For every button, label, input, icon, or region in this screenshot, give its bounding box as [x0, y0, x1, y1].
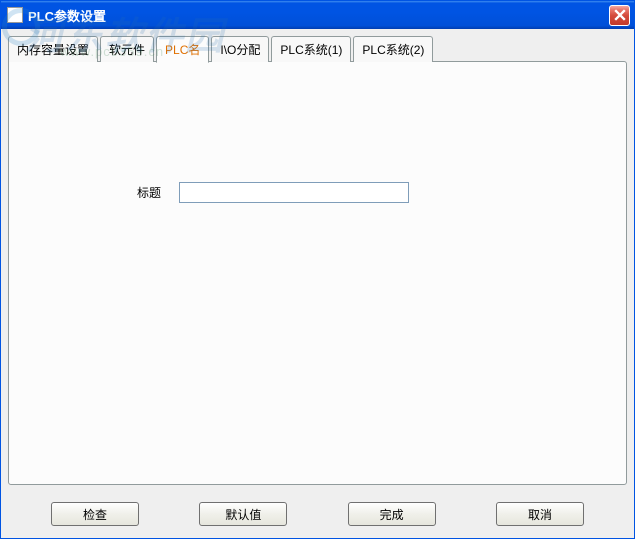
- cancel-button[interactable]: 取消: [496, 502, 584, 526]
- tab-label: I\O分配: [220, 43, 260, 57]
- tab-label: PLC系统(1): [280, 43, 342, 57]
- tab-io-assign[interactable]: I\O分配: [211, 36, 269, 62]
- tab-soft-device[interactable]: 软元件: [100, 36, 154, 62]
- close-button[interactable]: [609, 5, 630, 26]
- tab-label: 软元件: [109, 43, 145, 57]
- check-button[interactable]: 检查: [51, 502, 139, 526]
- app-icon: [7, 7, 23, 23]
- title-label: 标题: [137, 184, 161, 201]
- tab-label: 内存容量设置: [17, 43, 89, 57]
- tab-plc-system-2[interactable]: PLC系统(2): [353, 36, 433, 62]
- button-row: 检查 默认值 完成 取消: [1, 492, 634, 538]
- tab-label: PLC系统(2): [362, 43, 424, 57]
- title-row: 标题: [137, 182, 626, 203]
- titlebar[interactable]: PLC参数设置: [1, 1, 634, 29]
- finish-button[interactable]: 完成: [348, 502, 436, 526]
- tab-plc-system-1[interactable]: PLC系统(1): [271, 36, 351, 62]
- close-icon: [614, 9, 626, 21]
- tab-plc-name[interactable]: PLC名: [156, 36, 209, 63]
- tab-memory-capacity[interactable]: 内存容量设置: [8, 36, 98, 62]
- dialog-window: PLC参数设置 内存容量设置 软元件 PLC名 I\O分配 PLC系统(1) P…: [0, 0, 635, 539]
- tab-strip: 内存容量设置 软元件 PLC名 I\O分配 PLC系统(1) PLC系统(2): [8, 36, 627, 62]
- window-title: PLC参数设置: [28, 6, 609, 25]
- tab-label: PLC名: [165, 43, 200, 57]
- content-area: 内存容量设置 软元件 PLC名 I\O分配 PLC系统(1) PLC系统(2) …: [1, 29, 634, 492]
- title-input[interactable]: [179, 182, 409, 203]
- tab-panel: 标题: [8, 61, 627, 485]
- defaults-button[interactable]: 默认值: [199, 502, 287, 526]
